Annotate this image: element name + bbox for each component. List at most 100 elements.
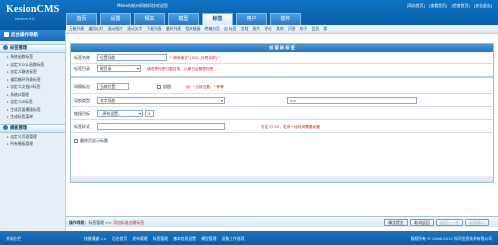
sidebar-item-loop-list-tags[interactable]: 通用循环列表标签 xyxy=(0,76,65,84)
divider xyxy=(71,119,493,120)
link-target-select[interactable]: --原有设置-- xyxy=(97,110,143,117)
tag-name-label: 标签名称 xyxy=(74,55,90,60)
tag-dir-select[interactable]: 根目录 xyxy=(97,65,141,72)
sidebar-item-custom-js-tags[interactable]: 自定义JS标签 xyxy=(0,98,65,106)
tag-icon xyxy=(3,45,8,50)
main-content: 万能列表 通用幻灯 滚动图片 滚动文字 下载列表 循环列表 相关链接 终端分页 … xyxy=(66,25,498,231)
divider xyxy=(71,132,493,133)
subnav-item[interactable]: 问答 xyxy=(288,26,296,32)
tag-style-input[interactable] xyxy=(97,123,225,130)
quick-link-work-options[interactable]: 设备工作选项 xyxy=(222,236,245,241)
header-link-check[interactable]: [检查首页] xyxy=(451,3,469,8)
bottom-bar: 关闭左栏 快捷通道 >> 后台首页 发布管理 标签管理 基本信息设置 模型管理 … xyxy=(0,231,498,245)
subnav-item[interactable]: 滚动图片 xyxy=(108,26,123,32)
quick-link-basic-settings[interactable]: 基本信息设置 xyxy=(173,236,196,241)
sidebar-item-system-function-tags[interactable]: 系统函数标签 xyxy=(0,53,65,61)
nav-icon xyxy=(4,32,9,37)
sidebar-item-custom-pages[interactable]: 自定义页面管理 xyxy=(0,133,65,141)
sidebar-item-custom-doc-js-tags[interactable]: 自定义文档JS标签 xyxy=(0,83,65,91)
sidebar: 后台操作导航 标签管理 系统函数标签 自定义SQL函数标签 自定义静态标签 通用… xyxy=(0,30,66,231)
subnav-item[interactable]: 相关链接 xyxy=(185,26,200,32)
tag-style-hint: 可定义CSS，若有一段时间需要设置 xyxy=(261,124,320,129)
app-version: version 9.0 xyxy=(15,17,35,21)
insert-tag-button[interactable]: 标签插入 xyxy=(465,219,489,226)
subnav-item[interactable]: 其他 xyxy=(276,26,284,32)
quick-link-publish[interactable]: 发布管理 xyxy=(132,236,147,241)
tab-settings[interactable]: 设置 xyxy=(100,13,131,25)
divider xyxy=(71,93,493,94)
link-target-label: 链接目标 xyxy=(74,111,90,116)
sidebar-item-tag-menu[interactable]: 生成标签菜单 xyxy=(0,113,65,121)
header-link-logout[interactable]: [安全退出] xyxy=(474,3,492,8)
main-tabs: 首页 设置 相关 模型 标签 用户 插件 xyxy=(66,13,304,25)
submit-button[interactable]: 确定提交 xyxy=(384,219,408,226)
row-link-target: 链接目标 --原有设置-- 5 xyxy=(71,109,493,118)
close-left-panel-link[interactable]: 关闭左栏 xyxy=(6,236,21,242)
template-icon xyxy=(3,124,8,130)
copyright: 版权所有 © 2006-2012 科汛信息技术有限公司 xyxy=(410,236,492,241)
quick-link-tags[interactable]: 标签管理 xyxy=(153,236,168,241)
subnav-item[interactable]: 会员 xyxy=(311,26,319,32)
tag-dir-hint: 请选择标签归属目录，以便日后管理标签 xyxy=(147,66,214,71)
subnav-item[interactable]: 通用幻灯 xyxy=(88,26,103,32)
row-tag-style: 标签样式 可定义CSS，若有一段时间需要设置 xyxy=(71,122,493,131)
nav-type-label: 导航类型 xyxy=(74,98,90,103)
subnav-item[interactable]: 自 标签 xyxy=(224,26,237,32)
show-home-checkbox[interactable] xyxy=(74,138,78,143)
separator-hint: 如："当前位置：" 等等 xyxy=(186,84,224,89)
separator-input[interactable]: 当前位置： xyxy=(97,83,129,90)
tag-type-nav: 万能列表 通用幻灯 滚动图片 滚动文字 下载列表 循环列表 相关链接 终端分页 … xyxy=(66,25,498,34)
quick-link-models[interactable]: 模型管理 xyxy=(201,236,216,241)
tab-plugins[interactable]: 插件 xyxy=(270,13,301,25)
subnav-item[interactable]: 万能列表 xyxy=(69,26,84,32)
sidebar-item-system-js[interactable]: 系统JS管理 xyxy=(0,91,65,99)
row-tag-dir: 标签目录 根目录 请选择标签归属目录，以便日后管理标签 xyxy=(71,64,493,73)
tab-related[interactable]: 相关 xyxy=(134,13,165,25)
subnav-item[interactable]: 终端分页 xyxy=(205,26,220,32)
sidebar-item-custom-sql-tags[interactable]: 自定义SQL函数标签 xyxy=(0,61,65,69)
breadcrumb-prefix: 操作导航： xyxy=(69,220,89,225)
subnav-item[interactable]: 下载列表 xyxy=(147,26,162,32)
link-target-count-input[interactable]: 5 xyxy=(145,110,154,117)
sidebar-group-tags[interactable]: 标签管理 xyxy=(0,44,65,53)
sidebar-group-templates[interactable]: 模板管理 xyxy=(0,123,65,133)
cancel-button[interactable]: 取消返回 xyxy=(410,219,434,226)
header-link-home[interactable]: [网站首页] xyxy=(407,3,425,8)
subnav-item[interactable]: 循环列表 xyxy=(166,26,181,32)
sidebar-item-page-template-tags[interactable]: 生成页面模版标签 xyxy=(0,106,65,114)
tab-tags[interactable]: 标签 xyxy=(202,13,233,25)
back-button[interactable]: 返回上一步 xyxy=(436,219,463,226)
row-separator: 间隔标志 当前位置： 加粗 如："当前位置：" 等等 xyxy=(71,82,493,91)
app-logo: KesionCMS xyxy=(6,4,60,15)
quick-links: 快捷通道 >> 后台首页 发布管理 标签管理 基本信息设置 模型管理 设备工作选… xyxy=(84,236,248,242)
tab-home[interactable]: 首页 xyxy=(66,13,97,25)
row-nav-type: 导航类型 文字导航 >> xyxy=(71,96,493,105)
subnav-item[interactable]: 滚动文字 xyxy=(127,26,142,32)
sidebar-item-custom-static-tags[interactable]: 自定义静态标签 xyxy=(0,68,65,76)
sidebar-title: 后台操作导航 xyxy=(0,30,65,41)
subnav-item[interactable]: 帖子 xyxy=(300,26,308,32)
quick-links-label: 快捷通道 >> xyxy=(84,236,107,241)
subnav-item[interactable]: 评论 xyxy=(264,26,272,32)
nav-type-select[interactable]: 文字导航 xyxy=(97,97,225,104)
row-show-home: 最终页显示标题 xyxy=(71,136,493,145)
subnav-item[interactable]: 图片 xyxy=(253,26,261,32)
tab-users[interactable]: 用户 xyxy=(236,13,267,25)
quick-link-home[interactable]: 后台首页 xyxy=(112,236,127,241)
site-info: Mbee向杭州网络科技欢迎您 xyxy=(117,3,168,8)
nav-type-extra-input[interactable]: >> xyxy=(287,97,417,104)
subnav-item[interactable]: 我 xyxy=(323,26,327,32)
bold-checkbox[interactable] xyxy=(157,84,161,89)
tag-style-label: 标签样式 xyxy=(74,124,90,129)
tag-name-input[interactable]: 位置导航 xyxy=(97,54,167,61)
panel-footer xyxy=(71,176,493,182)
panel-title: 创 建 新 标 签 xyxy=(71,44,493,52)
header-link-view[interactable]: [查看首页] xyxy=(429,3,447,8)
subnav-item[interactable]: 文档 xyxy=(241,26,249,32)
divider xyxy=(71,106,493,107)
sidebar-item-all-templates[interactable]: 所有模板管理 xyxy=(0,140,65,148)
breadcrumb-path[interactable]: 标签管理 >> xyxy=(88,220,113,225)
tab-models[interactable]: 模型 xyxy=(168,13,199,25)
header-links: [网站首页] [查看首页] [检查首页] [安全退出] xyxy=(404,3,492,9)
separator-label: 间隔标志 xyxy=(74,84,90,89)
